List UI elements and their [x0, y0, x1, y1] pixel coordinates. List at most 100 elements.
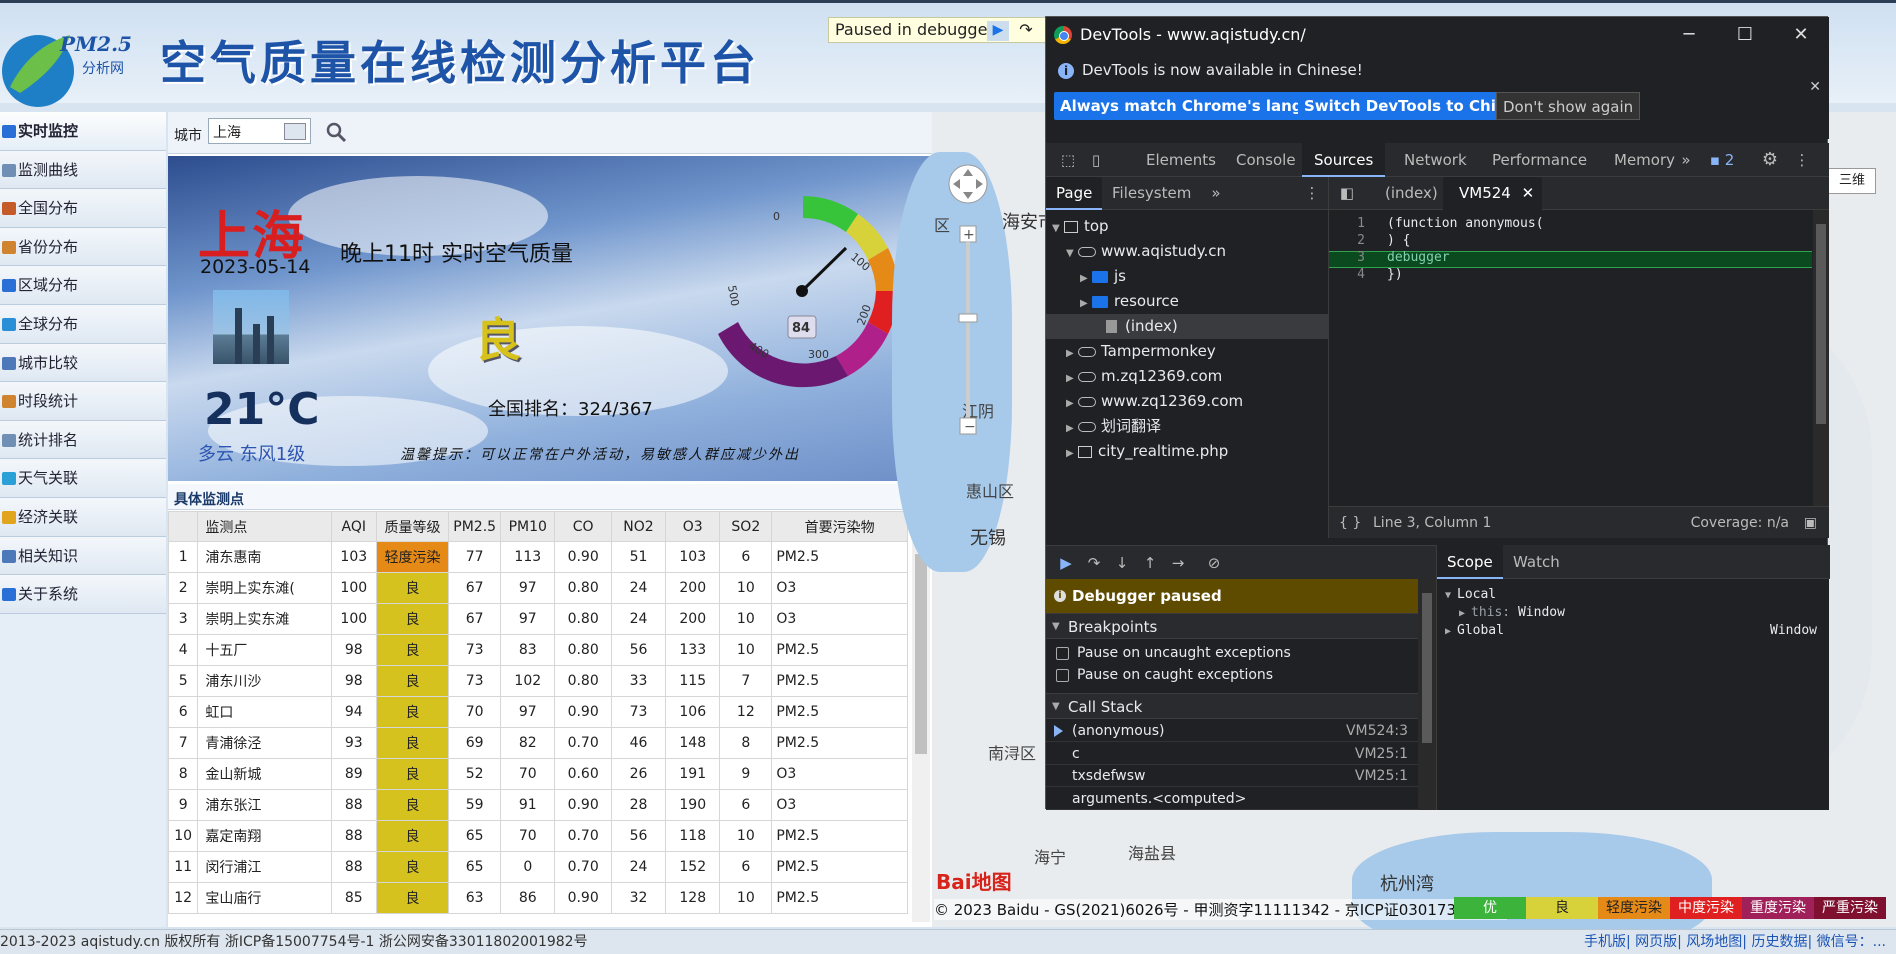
callstack-frame[interactable]: arguments.<computed>	[1046, 788, 1418, 810]
table-row[interactable]: 4 十五厂 98 良 73 83 0.80 56 133 10 PM2.5	[168, 634, 908, 666]
sidebar-item[interactable]: 区域分布	[0, 266, 166, 305]
column-header[interactable]: NO2	[610, 511, 667, 542]
tree-node[interactable]: ▶ resource	[1080, 289, 1179, 314]
more-nav-tabs-icon[interactable]: »	[1206, 177, 1226, 210]
inspect-element-icon[interactable]: ⬚	[1056, 143, 1080, 177]
pause-uncaught-checkbox[interactable]: Pause on uncaught exceptions	[1056, 643, 1291, 663]
device-toggle-icon[interactable]: ▯	[1084, 143, 1108, 177]
sidebar-item[interactable]: 全球分布	[0, 304, 166, 344]
expand-arrow-icon[interactable]: ▶	[1066, 416, 1078, 441]
callstack-frame[interactable]: (anonymous) VM524:3	[1046, 720, 1418, 742]
column-header[interactable]: PM2.5	[448, 511, 502, 542]
step-button-icon[interactable]: →	[1166, 552, 1190, 574]
table-row[interactable]: 2 崇明上实东滩(100 良 67 97 0.80 24 200 10 O3	[168, 572, 908, 604]
tab-console[interactable]: Console	[1224, 143, 1308, 177]
tree-node[interactable]: ▶ www.zq12369.com	[1066, 389, 1243, 414]
sidebar-item[interactable]: 全国分布	[0, 189, 166, 228]
table-row[interactable]: 5 浦东川沙 98 良 73 102 0.80 33 115 7 PM2.5	[168, 665, 908, 697]
column-header[interactable]: SO2	[719, 511, 773, 542]
table-scrollbar[interactable]	[912, 542, 930, 922]
table-row[interactable]: 1 浦东惠南 103 轻度污染 77 113 0.90 51 103 6 PM2.5	[168, 541, 908, 573]
footer-links[interactable]: 手机版| 网页版| 风场地图| 历史数据| 微信号：...	[1584, 930, 1886, 954]
close-infobar-icon[interactable]: ✕	[1809, 79, 1821, 95]
editor-scrollbar[interactable]	[1813, 210, 1829, 506]
baidu-logo[interactable]: Bai地图	[936, 866, 1012, 895]
step-over-icon[interactable]: ↷	[1015, 21, 1037, 41]
more-options-icon[interactable]: ⋮	[1792, 143, 1812, 177]
line-number[interactable]: 2	[1329, 233, 1373, 248]
column-header[interactable]: 首要污染物	[771, 511, 908, 542]
tree-node[interactable]: ▶ 划词翻译	[1066, 414, 1161, 439]
expand-arrow-icon[interactable]: ▼	[1066, 241, 1078, 266]
tab-scope[interactable]: Scope	[1437, 545, 1503, 579]
tab-memory[interactable]: Memory	[1602, 143, 1687, 177]
debugger-scrollbar[interactable]	[1418, 579, 1436, 810]
breakpoints-section-header[interactable]: ▼ Breakpoints	[1046, 613, 1418, 639]
line-number[interactable]: 1	[1329, 216, 1373, 231]
sidebar-item[interactable]: 时段统计	[0, 382, 166, 421]
table-row[interactable]: 9 浦东张江 88 良 59 91 0.90 28 190 6 O3	[168, 789, 908, 821]
callstack-frame[interactable]: c VM25:1	[1046, 743, 1418, 765]
sidebar-item[interactable]: 实时监控	[0, 112, 166, 151]
pause-caught-checkbox[interactable]: Pause on caught exceptions	[1056, 665, 1273, 685]
tab-filesystem[interactable]: Filesystem	[1102, 177, 1201, 210]
callstack-section-header[interactable]: ▼ Call Stack	[1046, 693, 1418, 719]
scope-global-row[interactable]: ▶ Global Window	[1445, 621, 1825, 642]
dont-show-again-button[interactable]: Don't show again	[1496, 92, 1641, 120]
tree-node[interactable]: ▼ top	[1052, 214, 1109, 239]
pretty-print-icon[interactable]: { }	[1339, 507, 1361, 539]
navigator-menu-icon[interactable]: ⋮	[1302, 177, 1322, 210]
column-header[interactable]: 监测点	[197, 511, 332, 542]
tab-elements[interactable]: Elements	[1134, 143, 1228, 177]
tab-performance[interactable]: Performance	[1480, 143, 1599, 177]
resume-icon[interactable]: ▶	[987, 21, 1009, 41]
column-header[interactable]	[168, 511, 199, 542]
settings-gear-icon[interactable]: ⚙	[1758, 143, 1782, 177]
city-picker-icon[interactable]	[284, 123, 306, 140]
expand-arrow-icon[interactable]: ▼	[1052, 216, 1064, 241]
column-header[interactable]: PM10	[500, 511, 556, 542]
line-number[interactable]: 3	[1329, 250, 1373, 265]
sidebar-item[interactable]: 关于系统	[0, 575, 166, 614]
site-logo[interactable]: PM2.5 分析网	[0, 27, 150, 107]
expand-arrow-icon[interactable]: ▶	[1066, 341, 1078, 366]
expand-arrow-icon[interactable]: ▶	[1080, 266, 1092, 291]
sidebar-item[interactable]: 省份分布	[0, 227, 166, 267]
close-tab-icon[interactable]: ✕	[1522, 184, 1535, 202]
map-zoom-control[interactable]: + −	[948, 164, 988, 464]
editor-tab-vm524[interactable]: VM524 ✕	[1443, 177, 1543, 210]
table-row[interactable]: 6 虹口 94 良 70 97 0.90 73 106 12 PM2.5	[168, 696, 908, 728]
callstack-frame[interactable]: txsdefwsw VM25:1	[1046, 765, 1418, 787]
sidebar-item[interactable]: 监测曲线	[0, 150, 166, 190]
tree-node[interactable]: ▶ js	[1080, 264, 1126, 289]
step-into-button-icon[interactable]: ↓	[1110, 552, 1134, 574]
table-row[interactable]: 7 青浦徐泾 93 良 69 82 0.70 46 148 8 PM2.5	[168, 727, 908, 759]
issues-badge[interactable]: ▪ 2	[1702, 143, 1742, 177]
column-header[interactable]: AQI	[330, 511, 377, 542]
expand-arrow-icon[interactable]: ▶	[1066, 366, 1078, 391]
more-tabs-icon[interactable]: »	[1676, 143, 1696, 177]
sidebar-item[interactable]: 天气关联	[0, 459, 166, 498]
coverage-icon[interactable]: ▣	[1804, 507, 1817, 539]
expand-arrow-icon[interactable]: ▶	[1066, 391, 1078, 416]
resume-button-icon[interactable]: ▶	[1054, 552, 1078, 574]
search-icon[interactable]	[324, 120, 348, 144]
minimize-button[interactable]: ─	[1661, 17, 1717, 53]
tree-node[interactable]: ▶ city_realtime.php	[1066, 439, 1228, 464]
table-row[interactable]: 12 宝山庙行 85 良 63 86 0.90 32 128 10 PM2.5	[168, 882, 908, 914]
expand-arrow-icon[interactable]: ▶	[1066, 441, 1078, 466]
tree-node[interactable]: ▶ Tampermonkey	[1066, 339, 1216, 364]
tab-sources[interactable]: Sources	[1302, 143, 1386, 177]
tab-network[interactable]: Network	[1392, 143, 1479, 177]
tab-page[interactable]: Page	[1046, 177, 1103, 210]
editor-tab-index[interactable]: (index)	[1369, 177, 1454, 210]
3d-toggle-button[interactable]: 三维	[1828, 168, 1876, 194]
step-over-button-icon[interactable]: ↷	[1082, 552, 1106, 574]
maximize-button[interactable]: ☐	[1717, 17, 1773, 53]
table-row[interactable]: 3 崇明上实东滩 100 良 67 97 0.80 24 200 10 O3	[168, 603, 908, 635]
column-header[interactable]: CO	[554, 511, 612, 542]
tree-node[interactable]: (index)	[1046, 314, 1328, 339]
sidebar-item[interactable]: 城市比较	[0, 343, 166, 383]
table-row[interactable]: 10 嘉定南翔 88 良 65 70 0.70 56 118 10 PM2.5	[168, 820, 908, 852]
deactivate-breakpoints-icon[interactable]: ⊘	[1202, 552, 1226, 574]
